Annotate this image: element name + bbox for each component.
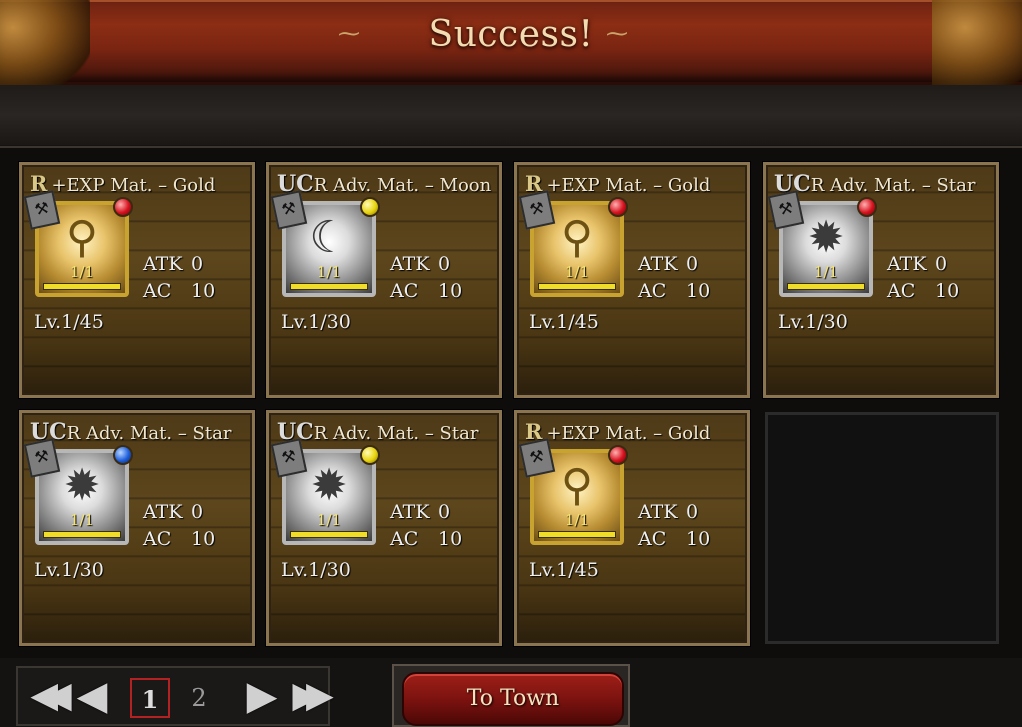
card-name: R +EXP Mat. – Gold <box>525 419 711 444</box>
material-card[interactable]: UCR Adv. Mat. – Moon ⚒ ☾ 1/1 ATK 0 AC 10 L… <box>266 162 502 398</box>
card-name: R +EXP Mat. – Gold <box>30 171 216 196</box>
page-2-button[interactable]: 2 <box>179 678 219 718</box>
card-portrait: ⚒ ⚲ 1/1 <box>518 438 628 545</box>
card-portrait: ⚒ ⚲ 1/1 <box>23 190 133 297</box>
title-banner: ⁓ Success! ⁓ <box>0 0 1022 92</box>
ac-label: AC <box>638 528 667 550</box>
first-page-icon[interactable]: ◀◀ <box>24 676 71 718</box>
atk-value: 0 <box>438 253 451 275</box>
atk-label: ATK <box>390 501 430 523</box>
empty-card-slot <box>765 412 999 644</box>
card-stats: ATK 0 AC 10 <box>143 251 215 305</box>
ac-value: 10 <box>191 280 216 302</box>
atk-value: 0 <box>438 501 451 523</box>
material-card[interactable]: UCR Adv. Mat. – Star ⚒ ✹ 1/1 ATK 0 AC 10 L… <box>763 162 999 398</box>
exp-bar <box>538 531 616 538</box>
prev-page-icon[interactable]: ◀ <box>72 676 112 718</box>
material-card[interactable]: R +EXP Mat. – Gold ⚒ ⚲ 1/1 ATK 0 AC 10 Lv.1… <box>514 410 750 646</box>
ac-label: AC <box>390 528 419 550</box>
card-level: Lv.1/45 <box>529 311 599 333</box>
page-1-button[interactable]: 1 <box>130 678 170 718</box>
star-icon: ✹ <box>310 460 348 511</box>
exp-bar <box>43 283 121 290</box>
atk-value: 0 <box>191 253 204 275</box>
atk-value: 0 <box>191 501 204 523</box>
material-card[interactable]: UCR Adv. Mat. – Star ⚒ ✹ 1/1 ATK 0 AC 10 L… <box>19 410 255 646</box>
exp-bar <box>538 283 616 290</box>
card-level: Lv.1/45 <box>529 559 599 581</box>
card-name: UCR Adv. Mat. – Star <box>774 171 976 197</box>
star-icon: ✹ <box>807 212 845 263</box>
material-card[interactable]: UCR Adv. Mat. – Star ⚒ ✹ 1/1 ATK 0 AC 10 L… <box>266 410 502 646</box>
ac-value: 10 <box>686 280 711 302</box>
card-portrait: ⚒ ⚲ 1/1 <box>518 190 628 297</box>
material-card[interactable]: R +EXP Mat. – Gold ⚒ ⚲ 1/1 ATK 0 AC 10 Lv.1… <box>19 162 255 398</box>
exp-bar <box>290 531 368 538</box>
atk-label: ATK <box>390 253 430 275</box>
moon-icon: ☾ <box>309 212 349 263</box>
ac-value: 10 <box>935 280 960 302</box>
ac-label: AC <box>390 280 419 302</box>
ac-label: AC <box>638 280 667 302</box>
card-stats: ATK 0 AC 10 <box>887 251 959 305</box>
to-town-button[interactable]: To Town <box>402 672 624 726</box>
ac-label: AC <box>143 528 172 550</box>
ac-value: 10 <box>438 528 463 550</box>
star-icon: ✹ <box>63 460 101 511</box>
anvil-icon: ⚲ <box>65 212 99 263</box>
card-name: UCR Adv. Mat. – Moon <box>277 171 492 197</box>
atk-value: 0 <box>686 253 699 275</box>
card-name: UCR Adv. Mat. – Star <box>30 419 232 445</box>
card-level: Lv.1/30 <box>281 559 351 581</box>
next-page-icon[interactable]: ▶ <box>242 676 282 718</box>
atk-label: ATK <box>887 253 927 275</box>
card-level: Lv.1/30 <box>34 559 104 581</box>
stone-band <box>0 85 1022 145</box>
ac-value: 10 <box>191 528 216 550</box>
card-stats: ATK 0 AC 10 <box>638 499 710 553</box>
card-name: UCR Adv. Mat. – Star <box>277 419 479 445</box>
exp-bar <box>290 283 368 290</box>
anvil-icon: ⚲ <box>560 460 594 511</box>
card-stats: ATK 0 AC 10 <box>638 251 710 305</box>
card-count: 1/1 <box>564 511 590 529</box>
anvil-icon: ⚲ <box>560 212 594 263</box>
material-card[interactable]: R +EXP Mat. – Gold ⚒ ⚲ 1/1 ATK 0 AC 10 Lv.1… <box>514 162 750 398</box>
atk-label: ATK <box>638 501 678 523</box>
card-count: 1/1 <box>316 263 342 281</box>
card-portrait: ⚒ ✹ 1/1 <box>270 438 380 545</box>
card-level: Lv.1/30 <box>281 311 351 333</box>
card-count: 1/1 <box>564 263 590 281</box>
atk-value: 0 <box>935 253 948 275</box>
pagination: ◀◀ ◀ 1 2 ▶ ▶▶ <box>16 666 334 726</box>
ac-value: 10 <box>686 528 711 550</box>
card-stats: ATK 0 AC 10 <box>143 499 215 553</box>
card-count: 1/1 <box>69 511 95 529</box>
card-stats: ATK 0 AC 10 <box>390 499 462 553</box>
exp-bar <box>787 283 865 290</box>
card-stats: ATK 0 AC 10 <box>390 251 462 305</box>
atk-value: 0 <box>686 501 699 523</box>
card-portrait: ⚒ ✹ 1/1 <box>23 438 133 545</box>
card-portrait: ⚒ ✹ 1/1 <box>767 190 877 297</box>
atk-label: ATK <box>638 253 678 275</box>
card-level: Lv.1/45 <box>34 311 104 333</box>
ac-label: AC <box>143 280 172 302</box>
card-count: 1/1 <box>69 263 95 281</box>
last-page-icon[interactable]: ▶▶ <box>286 676 333 718</box>
flourish-right-icon: ⁓ <box>606 22 630 47</box>
card-level: Lv.1/30 <box>778 311 848 333</box>
card-count: 1/1 <box>316 511 342 529</box>
atk-label: ATK <box>143 253 183 275</box>
ac-value: 10 <box>438 280 463 302</box>
exp-bar <box>43 531 121 538</box>
card-name: R +EXP Mat. – Gold <box>525 171 711 196</box>
card-count: 1/1 <box>813 263 839 281</box>
page-title: Success! <box>428 14 594 55</box>
to-town-frame: To Town <box>392 664 630 727</box>
ac-label: AC <box>887 280 916 302</box>
card-portrait: ⚒ ☾ 1/1 <box>270 190 380 297</box>
atk-label: ATK <box>143 501 183 523</box>
